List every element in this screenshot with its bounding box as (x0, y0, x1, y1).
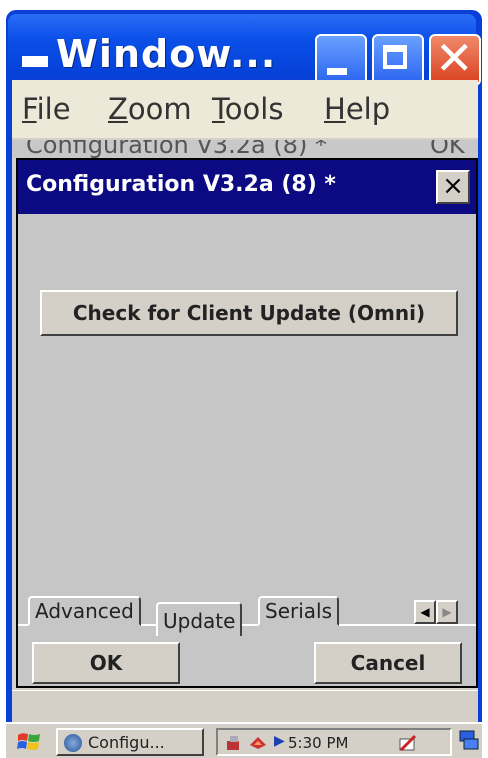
network-icon[interactable] (224, 733, 244, 753)
dialog-close-button[interactable]: × (436, 170, 470, 204)
maximize-button[interactable] (372, 34, 424, 86)
taskbar-config-button[interactable]: Configu... (56, 728, 204, 756)
minimize-button[interactable] (315, 34, 367, 86)
windows-flag-icon[interactable] (16, 729, 42, 755)
menu-zoom[interactable]: Zoom (108, 92, 192, 126)
taskbar: Configu... ▶ 5:30 PM (6, 722, 482, 758)
arrow-icon[interactable]: ▶ (274, 733, 285, 749)
tab-serials[interactable]: Serials (258, 596, 340, 626)
window-title: Window... (56, 32, 277, 76)
configuration-dialog: Configuration V3.2a (8) * × Check for Cl… (16, 158, 478, 688)
status-strip (12, 690, 478, 717)
outer-title-bar[interactable]: Window... ✕ (8, 14, 481, 86)
tab-scroll-right-button[interactable]: ▶ (436, 600, 458, 624)
menu-bar: File Zoom Tools Help (12, 80, 478, 138)
tab-update[interactable]: Update (156, 602, 243, 636)
minimize-icon (327, 68, 347, 75)
background-ok-label: OK (430, 140, 465, 158)
dialog-title: Configuration V3.2a (8) * (26, 172, 336, 197)
system-tray: ▶ 5:30 PM (216, 728, 452, 756)
close-button[interactable]: ✕ (429, 31, 481, 86)
menu-tools[interactable]: Tools (212, 92, 283, 126)
check-client-update-button[interactable]: Check for Client Update (Omni) (40, 290, 458, 336)
close-icon: ✕ (435, 31, 474, 85)
dialog-title-bar: Configuration V3.2a (8) * × (18, 160, 476, 214)
window-menu-icon[interactable] (22, 56, 48, 67)
config-globe-icon (64, 734, 82, 752)
menu-file[interactable]: File (22, 92, 71, 126)
taskbar-config-label: Configu... (88, 733, 165, 752)
speaker-icon[interactable] (248, 733, 268, 753)
tab-scroll-left-button[interactable]: ◀ (414, 600, 436, 624)
background-dialog-title-text: Configuration V3.2a (8) * (26, 140, 327, 158)
taskbar-clock[interactable]: 5:30 PM (288, 734, 348, 752)
desktop-icon[interactable] (458, 729, 480, 753)
tab-advanced[interactable]: Advanced (28, 596, 141, 626)
background-dialog-title: Configuration V3.2a (8) * OK (12, 140, 478, 158)
menu-help[interactable]: Help (324, 92, 390, 126)
maximize-icon (383, 45, 407, 69)
ok-button[interactable]: OK (32, 642, 180, 684)
cancel-button[interactable]: Cancel (314, 642, 462, 684)
pen-input-icon[interactable] (398, 733, 418, 753)
